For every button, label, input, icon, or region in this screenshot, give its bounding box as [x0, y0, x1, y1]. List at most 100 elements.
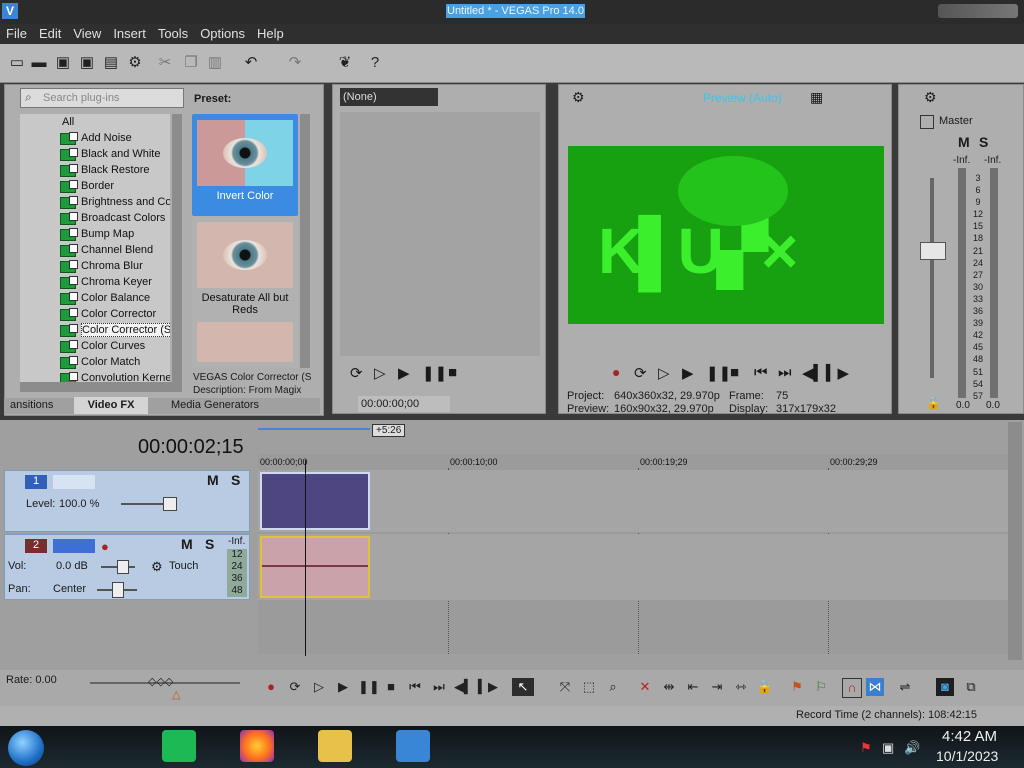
next-frame-icon[interactable]: ▍▶: [826, 364, 849, 382]
go-to-start-icon[interactable]: ⏮: [406, 678, 424, 696]
new-file-icon[interactable]: ▭: [8, 54, 26, 72]
play-from-start-icon[interactable]: ▷: [658, 364, 670, 382]
list-item-selected[interactable]: Color Corrector (S: [20, 322, 170, 338]
list-item[interactable]: Color Corrector: [20, 306, 170, 322]
lock-icon[interactable]: 🔒: [926, 396, 941, 410]
tree-scrollbar[interactable]: [172, 114, 182, 382]
play-from-start-icon[interactable]: ▷: [310, 678, 328, 696]
list-item[interactable]: Color Balance: [20, 290, 170, 306]
search-input[interactable]: Search plug-ins: [20, 88, 184, 108]
menu-edit[interactable]: Edit: [33, 24, 67, 44]
master-checkbox[interactable]: [920, 115, 934, 129]
tab-media-generators[interactable]: Media Generators: [171, 399, 259, 411]
master-mute-button[interactable]: M: [958, 134, 970, 150]
list-item[interactable]: Convolution Kerne: [20, 370, 170, 382]
audio-track-lane[interactable]: [258, 534, 1008, 600]
preset-scrollbar[interactable]: [300, 114, 310, 368]
automation-mode-dropdown[interactable]: Touch: [169, 560, 198, 572]
undo-icon[interactable]: ↶: [242, 54, 260, 72]
video-track-lane[interactable]: [258, 470, 1008, 532]
tab-transitions[interactable]: ansitions: [10, 399, 53, 411]
zoom-tool-icon[interactable]: ⌕: [604, 678, 622, 696]
list-item[interactable]: Channel Blend: [20, 242, 170, 258]
level-slider-handle[interactable]: [163, 497, 177, 511]
preset-third[interactable]: [197, 322, 293, 362]
loop-region-bar[interactable]: [258, 428, 370, 430]
menu-tools[interactable]: Tools: [152, 24, 194, 44]
preview-quality-dropdown[interactable]: Preview (Auto): [703, 91, 782, 105]
pause-icon[interactable]: ❚❚: [706, 364, 731, 382]
volume-icon[interactable]: 🔊: [904, 740, 920, 756]
trimmer-dropdown[interactable]: (None): [340, 88, 438, 106]
list-item[interactable]: Border: [20, 178, 170, 194]
play-icon[interactable]: ▶: [682, 364, 694, 382]
list-item[interactable]: Color Curves: [20, 338, 170, 354]
taskbar-date[interactable]: 10/1/2023: [936, 748, 998, 764]
menu-help[interactable]: Help: [251, 24, 290, 44]
redo-icon[interactable]: ↷: [286, 54, 304, 72]
loop-icon[interactable]: ⟳: [634, 364, 647, 382]
play-from-start-icon[interactable]: ▷: [374, 364, 386, 382]
go-to-end-icon[interactable]: ⏭: [430, 678, 448, 696]
window-controls[interactable]: [938, 4, 1018, 18]
solo-button[interactable]: S: [231, 472, 240, 488]
pause-icon[interactable]: ❚❚: [358, 678, 380, 696]
lock-icon[interactable]: 🔒: [756, 678, 774, 696]
gear-icon[interactable]: ⚙: [151, 559, 163, 575]
record-icon[interactable]: ●: [262, 678, 280, 696]
network-icon[interactable]: ▣: [882, 740, 894, 756]
go-to-end-icon[interactable]: ⏭: [778, 364, 792, 381]
gear-icon[interactable]: ⚙: [126, 54, 144, 72]
go-to-start-icon[interactable]: ⏮: [754, 364, 768, 381]
menu-view[interactable]: View: [67, 24, 107, 44]
tab-video-fx[interactable]: Video FX: [74, 397, 148, 414]
flag-icon[interactable]: ⚑: [860, 740, 872, 756]
cut-icon[interactable]: ✂: [156, 54, 174, 72]
menu-insert[interactable]: Insert: [107, 24, 152, 44]
preset-invert-color[interactable]: Invert Color: [192, 114, 298, 216]
trim-end-icon[interactable]: ⇥: [708, 678, 726, 696]
vegas-app-icon[interactable]: V: [2, 3, 18, 19]
loop-icon[interactable]: ⟳: [350, 364, 363, 382]
list-item[interactable]: Bump Map: [20, 226, 170, 242]
snapping-magnet-icon[interactable]: ∩: [842, 678, 862, 698]
tree-root-all[interactable]: All: [20, 114, 170, 130]
loop-icon[interactable]: ⟳: [286, 678, 304, 696]
grid-icon[interactable]: ▦: [810, 89, 823, 106]
stop-icon[interactable]: ■: [382, 678, 400, 696]
list-item[interactable]: Color Match: [20, 354, 170, 370]
list-item[interactable]: Broadcast Colors: [20, 210, 170, 226]
record-icon[interactable]: ●: [612, 364, 620, 380]
list-item[interactable]: Black Restore: [20, 162, 170, 178]
playhead-cursor[interactable]: [305, 460, 306, 656]
play-icon[interactable]: ▶: [398, 364, 410, 382]
master-fader-handle[interactable]: [920, 242, 946, 260]
save-icon[interactable]: ▣: [54, 54, 72, 72]
pause-icon[interactable]: ❚❚: [422, 364, 447, 382]
normal-edit-tool-icon[interactable]: ↖: [512, 678, 534, 696]
copy-icon[interactable]: ❐: [182, 54, 200, 72]
rate-slider-handle[interactable]: ◇◇◇: [148, 675, 173, 688]
selection-tool-icon[interactable]: ⬚: [580, 678, 598, 696]
auto-crossfade-icon[interactable]: ⋈: [866, 678, 884, 696]
notes-app-icon[interactable]: [162, 730, 196, 762]
camera-icon[interactable]: ◙: [936, 678, 954, 696]
trim-icon[interactable]: ⇹: [660, 678, 678, 696]
ripple-edit-icon[interactable]: ⇌: [896, 678, 914, 696]
timeline-vscrollbar[interactable]: [1008, 422, 1022, 660]
vegas-taskbar-icon[interactable]: [396, 730, 430, 762]
open-folder-icon[interactable]: ▬: [30, 54, 48, 72]
list-item[interactable]: Chroma Blur: [20, 258, 170, 274]
pan-slider-handle[interactable]: [112, 582, 124, 598]
menu-file[interactable]: File: [0, 24, 33, 44]
list-item[interactable]: Black and White: [20, 146, 170, 162]
list-item[interactable]: Chroma Keyer: [20, 274, 170, 290]
mute-button[interactable]: M: [181, 536, 193, 552]
mute-button[interactable]: M: [207, 472, 219, 488]
volume-slider-handle[interactable]: [117, 560, 129, 574]
track-name-field[interactable]: [53, 539, 95, 553]
region-icon[interactable]: ⚐: [812, 678, 830, 696]
file-explorer-icon[interactable]: [318, 730, 352, 762]
trim-start-icon[interactable]: ⇤: [684, 678, 702, 696]
video-event-clip[interactable]: [260, 472, 370, 530]
